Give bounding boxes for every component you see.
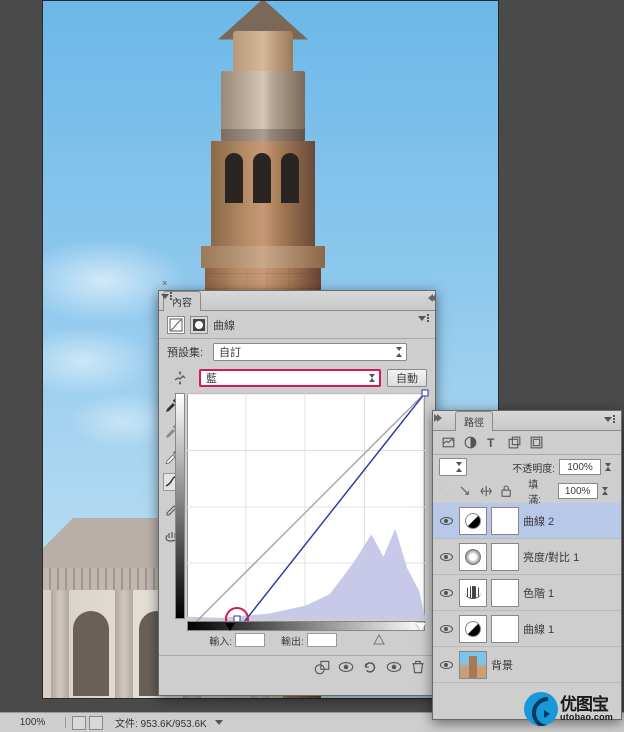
sb-icon-2[interactable]: [89, 716, 103, 730]
layer-mask-thumb[interactable]: [491, 543, 519, 571]
fill-input[interactable]: 100%: [558, 483, 598, 499]
input-gradient: [187, 621, 425, 631]
layer-name[interactable]: 色階 1: [523, 585, 554, 601]
visibility-icon[interactable]: [440, 625, 453, 633]
layer-name[interactable]: 背景: [491, 657, 513, 673]
layer-row[interactable]: 曲線 2: [433, 503, 621, 539]
view-previous-icon[interactable]: [337, 659, 355, 675]
layer-thumb-brightness[interactable]: [459, 543, 487, 571]
collapse-icon[interactable]: [428, 294, 433, 302]
paths-tab[interactable]: 路徑: [455, 411, 493, 431]
delete-adjustment-icon[interactable]: [409, 659, 427, 675]
output-value[interactable]: [307, 633, 337, 647]
filter-type-icon[interactable]: T: [485, 435, 500, 450]
curves-graph[interactable]: [187, 393, 425, 619]
output-gradient: [175, 393, 185, 619]
filter-shape-icon[interactable]: [507, 435, 522, 450]
white-point-slider[interactable]: [416, 623, 426, 631]
visibility-icon[interactable]: [440, 589, 453, 597]
layer-mask-thumb[interactable]: [491, 579, 519, 607]
watermark-en: utobao.com: [560, 713, 613, 722]
fill-label: 填滿:: [528, 476, 550, 506]
visibility-icon[interactable]: [440, 553, 453, 561]
auto-button[interactable]: 自動: [387, 369, 427, 387]
black-point-slider[interactable]: [225, 623, 235, 631]
layer-name[interactable]: 亮度/對比 1: [523, 549, 579, 565]
layer-mask-thumb[interactable]: [491, 507, 519, 535]
toggle-visibility-icon[interactable]: [385, 659, 403, 675]
layers-panel: 路徑 T 不透明度: 100% 填滿: 100% 曲線 2: [432, 410, 622, 720]
warning-icon: [373, 634, 385, 646]
mask-icon[interactable]: [190, 316, 208, 334]
layer-row[interactable]: 亮度/對比 1: [433, 539, 621, 575]
zoom-level[interactable]: 100%: [0, 717, 66, 728]
layers-menu-icon[interactable]: [602, 414, 618, 426]
visibility-icon[interactable]: [440, 517, 453, 525]
doc-info-menu[interactable]: [215, 720, 223, 725]
filter-adjustment-icon[interactable]: [463, 435, 478, 450]
adjustment-title: 曲線: [213, 317, 235, 333]
lock-all-icon[interactable]: [500, 485, 512, 498]
layer-thumb-image[interactable]: [459, 651, 487, 679]
layer-mask-thumb[interactable]: [491, 615, 519, 643]
adjustment-icon[interactable]: [167, 316, 185, 334]
output-label: 輸出:: [281, 633, 304, 648]
blend-mode-dropdown[interactable]: [439, 458, 467, 476]
doc-info: 文件: 953.6K/953.6K: [109, 715, 213, 730]
properties-panel: × 內容 曲線 預設集: 自訂 藍 自動: [158, 290, 436, 696]
layer-name[interactable]: 曲線 2: [523, 513, 554, 529]
visibility-icon[interactable]: [440, 661, 453, 669]
clip-to-layer-icon[interactable]: [313, 659, 331, 675]
curve-point-highlight[interactable]: [422, 390, 429, 397]
layer-row[interactable]: 曲線 1: [433, 611, 621, 647]
layer-row[interactable]: 背景: [433, 647, 621, 683]
layer-name[interactable]: 曲線 1: [523, 621, 554, 637]
input-value[interactable]: [235, 633, 265, 647]
reset-icon[interactable]: [361, 659, 379, 675]
watermark-cn: 优图宝: [560, 696, 613, 713]
filter-pixel-icon[interactable]: [441, 435, 456, 450]
lock-transparency-icon[interactable]: [439, 485, 451, 498]
layer-row[interactable]: 色階 1: [433, 575, 621, 611]
input-label: 輸入:: [209, 633, 232, 648]
lock-position-icon[interactable]: [480, 485, 492, 498]
layer-thumb-curves[interactable]: [459, 615, 487, 643]
channel-dropdown[interactable]: 藍: [199, 369, 381, 387]
preset-menu-icon[interactable]: [413, 346, 427, 358]
finger-tool-icon[interactable]: [167, 369, 193, 387]
preset-label: 預設集:: [167, 344, 207, 360]
sb-icon-1[interactable]: [72, 716, 86, 730]
watermark-logo-icon: [524, 692, 558, 726]
svg-text:T: T: [487, 437, 495, 450]
opacity-label: 不透明度:: [512, 460, 555, 475]
opacity-input[interactable]: 100%: [559, 459, 601, 475]
layer-list: 曲線 2 亮度/對比 1 色階 1 曲線 1 背景: [433, 503, 621, 683]
layer-thumb-curves[interactable]: [459, 507, 487, 535]
panel-close-icon[interactable]: ×: [162, 278, 172, 288]
watermark: 优图宝 utobao.com: [524, 690, 622, 728]
layer-thumb-levels[interactable]: [459, 579, 487, 607]
preset-dropdown[interactable]: 自訂: [213, 343, 407, 361]
lock-pixels-icon[interactable]: [459, 485, 471, 498]
panel-collapse-icon[interactable]: [437, 414, 442, 422]
panel-menu-icon[interactable]: [416, 313, 432, 325]
filter-smart-icon[interactable]: [529, 435, 544, 450]
